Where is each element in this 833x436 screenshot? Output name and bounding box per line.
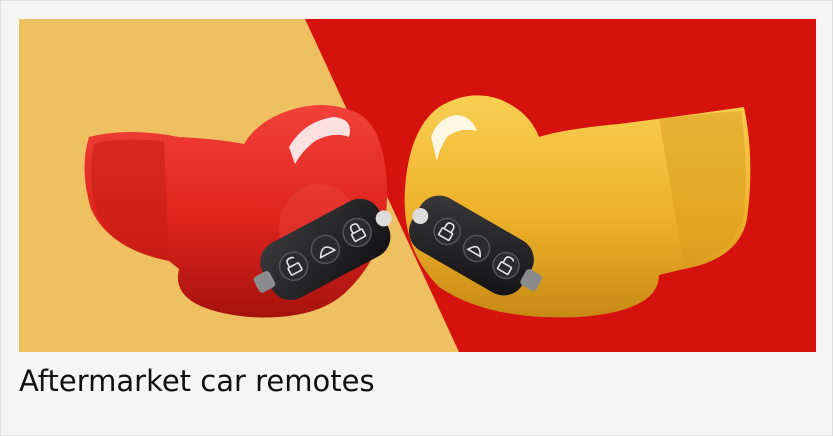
card-image[interactable]: [19, 19, 816, 352]
card-caption[interactable]: Aftermarket car remotes: [19, 358, 816, 404]
article-card[interactable]: Aftermarket car remotes: [0, 0, 833, 436]
boxing-gloves-car-keys-illustration: [19, 19, 816, 352]
